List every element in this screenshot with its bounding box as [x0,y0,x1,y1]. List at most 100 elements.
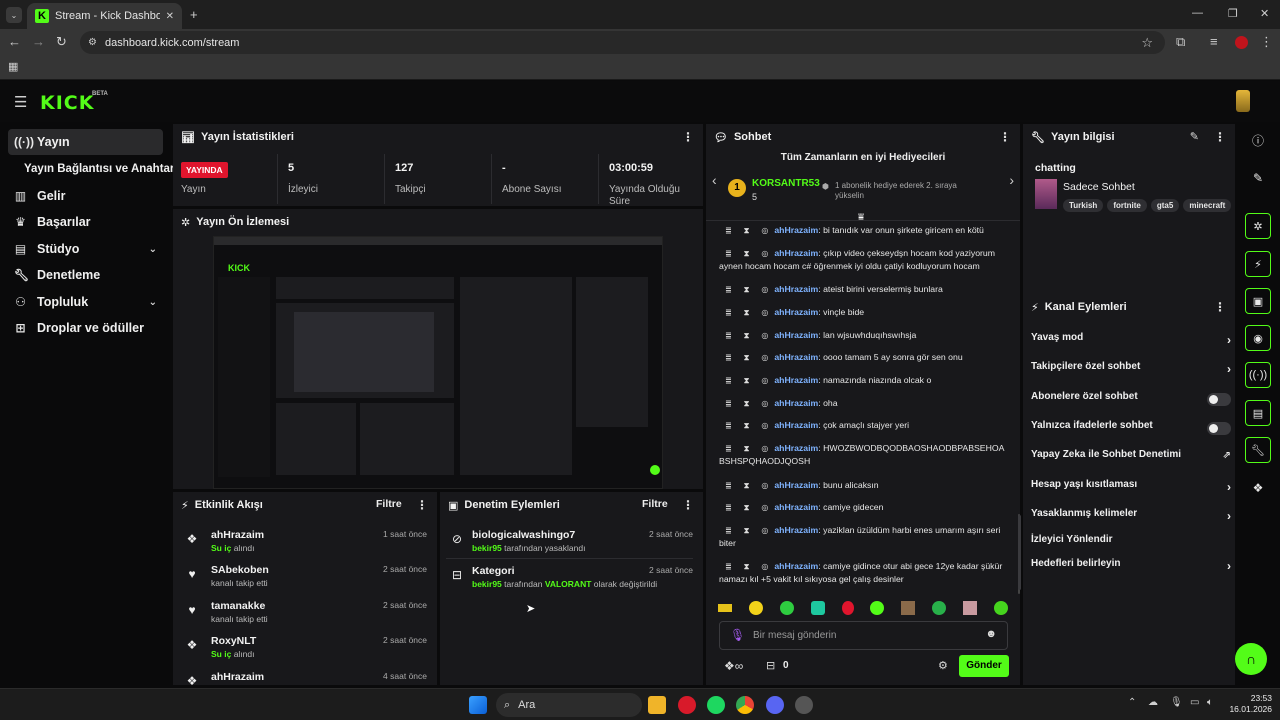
emote-icon[interactable] [748,601,763,615]
moderation-filter-button[interactable]: Filtre [642,498,668,510]
emoji-icon[interactable]: ☻ [985,628,997,640]
file-explorer-icon[interactable] [648,696,666,714]
chat-toggle-icon[interactable]: ◉ [1245,325,1271,351]
new-tab-icon[interactable]: + [190,7,198,22]
action-followers-only[interactable]: Takipçilere özel sohbet › [1031,361,1231,379]
discord-icon[interactable] [766,696,784,714]
tray-chevron-icon[interactable]: ⌃ [1128,697,1136,708]
chevron-left-icon[interactable]: ‹ [712,172,717,188]
pin-icon[interactable]: ⩸ [858,212,864,223]
chat-message[interactable]: ≣ ⧗ ◎ ahHrazaim: ateist birini verselermiş … [719,283,1009,296]
moderation-actor[interactable]: bekir95 [472,579,502,589]
browser-menu-icon[interactable]: ⋮ [1260,34,1273,50]
feed-username[interactable]: ahHrazaim [211,529,264,541]
broadcast-toggle-icon[interactable]: ((·)) [1245,362,1271,388]
microphone-icon[interactable]: 🎙︎ [730,628,745,642]
more-options-icon[interactable]: ⋮ [682,130,694,144]
more-options-icon[interactable]: ⋮ [682,498,694,512]
emote-icon[interactable] [810,601,825,615]
more-options-icon[interactable]: ⋮ [1214,300,1226,314]
subscribers-only-toggle[interactable] [1207,393,1231,406]
moderation-actor[interactable]: bekir95 [472,543,502,553]
wrench-toggle-icon[interactable]: 🔧︎ [1245,437,1271,463]
chest-icon[interactable]: ⊟ [766,659,775,672]
action-slow-mode[interactable]: Yavaş mod › [1031,332,1231,350]
chrome-icon[interactable] [736,696,754,714]
emotes-only-toggle[interactable] [1207,422,1231,435]
chat-message[interactable]: ≣ ⧗ ◎ ahHrazaim: bi tanıdık var onun şirket… [719,224,1009,237]
tag[interactable]: fortnite [1107,199,1147,212]
support-headset-icon[interactable]: ∩ [1235,643,1267,675]
obs-icon[interactable] [795,696,813,714]
reload-icon[interactable]: ↻ [56,34,67,50]
sidebar-item-stream-key[interactable]: Yayın Bağlantısı ve Anahtarı [18,156,178,182]
more-options-icon[interactable]: ⋮ [999,130,1011,144]
site-info-icon[interactable]: ⚙ [88,37,97,48]
edit-icon[interactable]: ✎ [1245,165,1271,191]
feed-username[interactable]: ahHrazaim [211,671,264,683]
taskbar-search[interactable]: ⌕ Ara [496,693,642,717]
chat-message[interactable]: ≣ ⧗ ◎ ahHrazaim: çıkıp video çekseydşn hoca… [719,247,1009,273]
chat-message[interactable]: ≣ ⧗ ◎ ahHrazaim: namazında niazında olcak o [719,374,1009,387]
emote-icon[interactable] [932,601,947,615]
more-options-icon[interactable]: ⋮ [1214,130,1226,144]
sidebar-item-basarilar[interactable]: ♛ Başarılar [8,209,163,235]
chevron-right-icon[interactable]: › [1009,172,1014,188]
close-tab-icon[interactable]: ✕ [166,11,174,22]
sidebar-item-studyo[interactable]: ▤ Stüdyo ⌄ [8,236,163,262]
emote-icon[interactable] [841,601,854,615]
emote-icon[interactable] [993,601,1008,615]
send-button[interactable]: Gönder [959,655,1009,677]
edit-pencil-icon[interactable]: ✎ [1190,130,1199,143]
back-icon[interactable]: ← [8,34,21,49]
restore-icon[interactable]: ❐ [1228,7,1238,20]
chat-message[interactable]: ≣ ⧗ ◎ ahHrazaim: camiye gidince otur abi ge… [719,560,1009,586]
spotify-icon[interactable] [707,696,725,714]
chat-settings-gear-icon[interactable]: ⚙ [938,659,948,672]
community-icon[interactable]: ❖ [1245,475,1271,501]
tab-list-icon[interactable]: ⌄ [6,7,22,23]
moderation-target[interactable]: biologicalwashingo7 [472,529,575,541]
chat-message[interactable]: ≣ ⧗ ◎ ahHrazaim: bunu alicaksın [719,479,1009,492]
extensions-icon[interactable]: ⧉ [1176,34,1185,50]
action-account-age[interactable]: Hesap yaşı kısıtlaması › [1031,479,1231,497]
sidebar-item-yayin[interactable]: ((·)) Yayın [8,129,163,155]
sidebar-item-denetleme[interactable]: 🔧︎ Denetleme [8,262,163,288]
network-icon[interactable]: ▭ [1190,697,1199,708]
feed-username[interactable]: RoxyNLT [211,635,256,647]
chat-message[interactable]: ≣ ⧗ ◎ ahHrazaim: camiye gidecen [719,501,1009,514]
bolt-toggle-icon[interactable]: ⚡︎ [1245,251,1271,277]
info-icon[interactable]: ⓘ [1245,127,1271,153]
category-name[interactable]: Sadece Sohbet [1063,181,1135,193]
stream-preview-video[interactable]: KICK [213,236,663,489]
action-set-goals[interactable]: Hedefleri belirleyin › [1031,558,1231,576]
sidebar-item-topluluk[interactable]: ⚇ Topluluk ⌄ [8,289,163,315]
close-window-icon[interactable]: ✕ [1260,7,1269,20]
forward-icon[interactable]: → [32,34,45,49]
windows-start-icon[interactable] [469,696,487,714]
chat-message[interactable]: ≣ ⧗ ◎ ahHrazaim: vinçle bide [719,306,1009,319]
cloud-icon[interactable]: ☁ [1148,697,1158,708]
preview-toggle-icon[interactable]: ✲ [1245,213,1271,239]
minimize-icon[interactable]: — [1192,7,1203,19]
kick-logo[interactable]: KICK [40,92,94,114]
tag[interactable]: minecraft [1183,199,1232,212]
emote-icon[interactable] [963,601,977,615]
more-options-icon[interactable]: ⋮ [416,498,428,512]
chat-message[interactable]: ≣ ⧗ ◎ ahHrazaim: yaziklan üzüldüm harbi ene… [719,524,1009,550]
points-icon[interactable]: ❖∞ [724,659,743,673]
clock[interactable]: 23:53 16.01.2026 [1228,693,1272,715]
bookmark-star-icon[interactable]: ☆ [1141,35,1153,51]
browser-tab[interactable]: K Stream - Kick Dashboard ✕ [27,3,182,29]
media-icon[interactable]: ≡ [1210,34,1218,49]
action-banned-words[interactable]: Yasaklanmış kelimeler › [1031,508,1231,526]
profile-avatar[interactable] [1235,36,1248,49]
tag[interactable]: gta5 [1150,199,1180,212]
sidebar-item-droplar[interactable]: ⊞ Droplar ve ödüller [8,315,163,341]
emote-icon[interactable] [901,601,916,615]
apps-grid-icon[interactable]: ▦ [8,60,18,73]
emote-icon[interactable] [718,604,732,612]
feed-username[interactable]: SAbekoben [211,564,269,576]
volume-icon[interactable]: 🔈︎ [1207,697,1213,708]
chat-message[interactable]: ≣ ⧗ ◎ ahHrazaim: oooo tamam 5 ay sonra gör … [719,351,1009,364]
